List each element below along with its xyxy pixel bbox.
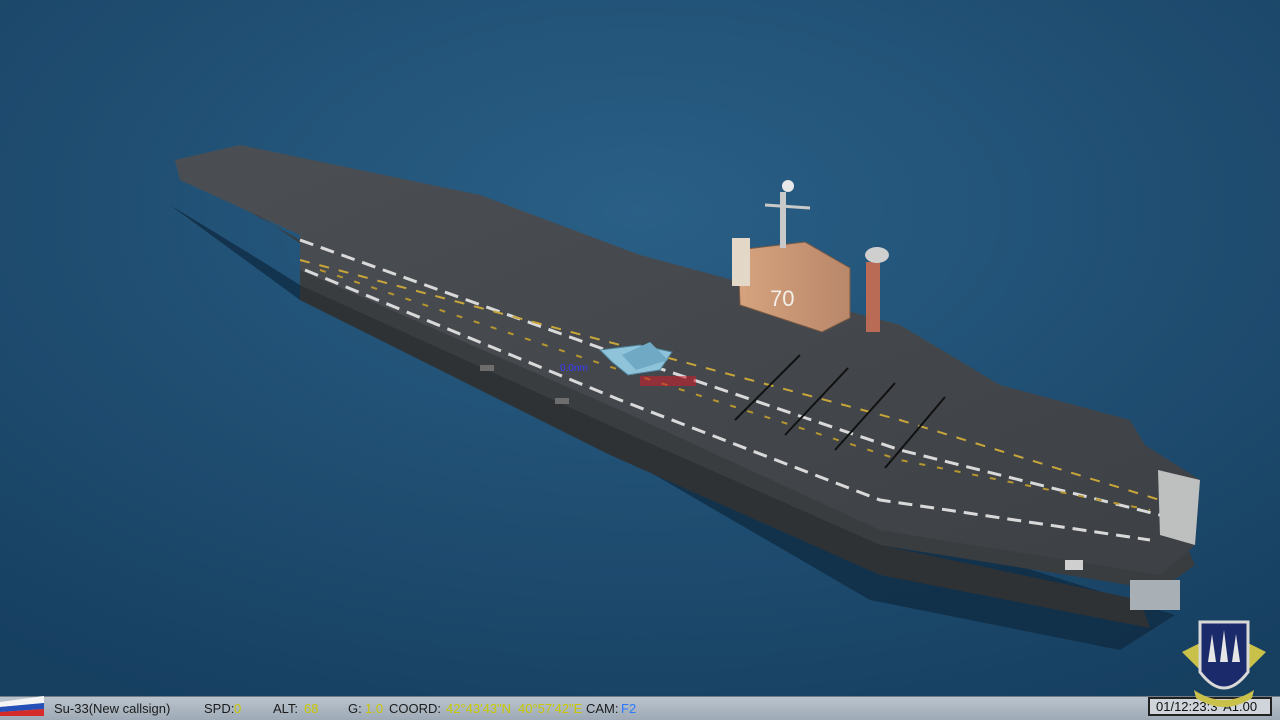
coord-longitude: 40°57'42"E — [518, 701, 583, 716]
radar-tower — [866, 262, 880, 332]
squadron-emblem-icon — [1182, 620, 1266, 707]
carrier-scene: 70 — [0, 0, 1280, 700]
hull-number: 70 — [770, 286, 794, 311]
island-mast — [780, 192, 786, 248]
radar-antenna — [865, 247, 889, 263]
altitude-label: ALT: — [273, 701, 299, 716]
russia-flag-icon — [0, 696, 44, 716]
deck-crane — [1065, 560, 1083, 570]
target-range-label: 0.0nm — [560, 363, 588, 374]
g-label: G: — [348, 701, 362, 716]
altitude-value: 68 — [304, 701, 319, 716]
target-marker — [640, 376, 696, 386]
hud-status-bar: Su-33(New callsign) SPD: 0 ALT: 68 G: 1.… — [0, 696, 1280, 720]
deck-elevator-2 — [555, 398, 569, 404]
speed-label: SPD: — [204, 701, 235, 716]
stern-ramp — [1158, 470, 1200, 545]
island-tower — [732, 238, 750, 286]
aircraft-callsign: Su-33(New callsign) — [54, 701, 171, 716]
radar-dome — [782, 180, 794, 192]
sponson — [1130, 580, 1180, 610]
deck-elevator-1 — [480, 365, 494, 371]
camera-value: F2 — [621, 701, 637, 716]
coord-latitude: 42°43'43"N — [446, 701, 512, 716]
g-value: 1.0 — [365, 701, 384, 716]
camera-label: CAM: — [586, 701, 619, 716]
speed-value: 0 — [234, 701, 242, 716]
simulation-viewport[interactable]: 70 0.0nm — [0, 0, 1280, 720]
coord-label: COORD: — [389, 701, 441, 716]
